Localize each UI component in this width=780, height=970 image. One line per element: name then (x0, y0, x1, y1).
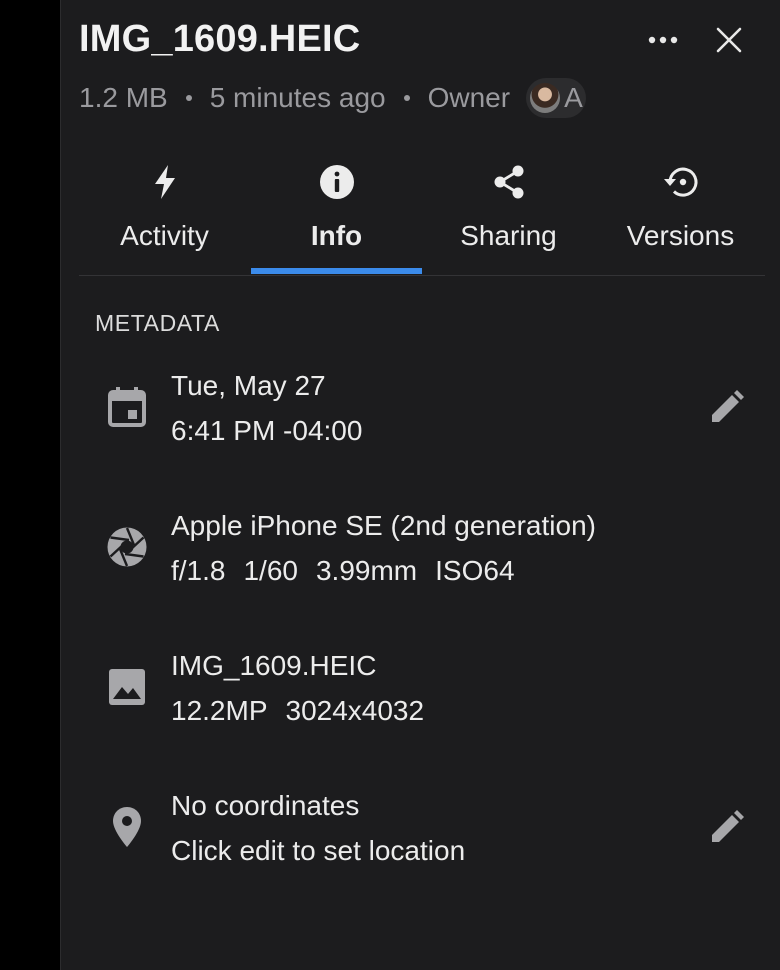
pencil-icon (712, 810, 744, 842)
date-value: Tue, May 27 (171, 370, 326, 401)
time-value: 6:41 PM -04:00 (171, 415, 363, 446)
more-options-button[interactable] (641, 20, 685, 60)
metadata-row-location: No coordinates Click edit to set locatio… (61, 783, 780, 893)
separator-dot (403, 95, 410, 101)
history-icon (663, 167, 697, 197)
camera-model: Apple iPhone SE (2nd generation) (171, 510, 596, 541)
metadata-row-date: Tue, May 27 6:41 PM -04:00 (61, 363, 780, 473)
iso-value: ISO64 (435, 555, 515, 586)
megapixels-value: 12.2MP (171, 695, 268, 726)
pencil-icon (712, 390, 744, 422)
image-resolution: 12.2MP 3024x4032 (171, 688, 442, 733)
tab-label: Sharing (460, 220, 557, 251)
tab-label: Info (310, 220, 363, 251)
camera-settings: f/1.8 1/60 3.99mm ISO64 (171, 548, 596, 593)
file-modified-time: 5 minutes ago (209, 82, 386, 113)
edit-location-button[interactable] (703, 803, 751, 851)
aperture-value: f/1.8 (171, 555, 226, 586)
tab-info[interactable]: Info (251, 150, 422, 275)
focal-length-value: 3.99mm (315, 555, 418, 586)
active-tab-indicator (251, 268, 422, 274)
shutter-value: 1/60 (243, 555, 298, 586)
close-button[interactable] (707, 20, 751, 60)
info-icon (319, 165, 354, 199)
close-icon (716, 27, 742, 53)
tab-label: Activity (120, 220, 209, 251)
edit-date-button[interactable] (703, 383, 751, 431)
tab-versions[interactable]: Versions (595, 150, 766, 275)
metadata-row-image: IMG_1609.HEIC 12.2MP 3024x4032 (61, 643, 780, 753)
file-info-panel: IMG_1609.HEIC 1.2 MB 5 minutes ago Owner… (60, 0, 780, 970)
location-status: No coordinates (171, 790, 360, 821)
owner-name-initial: A (564, 82, 583, 113)
map-pin-icon (113, 807, 141, 847)
metadata-section-title: METADATA (95, 310, 220, 336)
file-summary: 1.2 MB 5 minutes ago Owner A (79, 78, 587, 118)
owner-label: Owner (427, 82, 511, 113)
tab-activity[interactable]: Activity (79, 150, 250, 275)
file-title: IMG_1609.HEIC (79, 18, 361, 60)
file-size: 1.2 MB (79, 82, 168, 113)
bolt-icon (154, 165, 175, 199)
tab-label: Versions (626, 220, 735, 251)
panel-tabs: Activity Info Sharing Versions (79, 150, 765, 276)
calendar-icon (108, 387, 146, 427)
dimensions-value: 3024x4032 (285, 695, 425, 726)
separator-dot (185, 95, 192, 101)
left-background-strip (0, 0, 60, 970)
camera-aperture-icon (107, 527, 147, 567)
image-filename: IMG_1609.HEIC (171, 650, 377, 681)
metadata-row-camera: Apple iPhone SE (2nd generation) f/1.8 1/… (61, 503, 780, 613)
image-icon (109, 669, 145, 705)
location-hint: Click edit to set location (171, 835, 466, 866)
owner-chip[interactable]: A (526, 78, 587, 118)
owner-avatar (530, 83, 561, 113)
share-icon (494, 165, 523, 199)
tab-sharing[interactable]: Sharing (423, 150, 594, 275)
more-horizontal-icon (648, 36, 678, 44)
